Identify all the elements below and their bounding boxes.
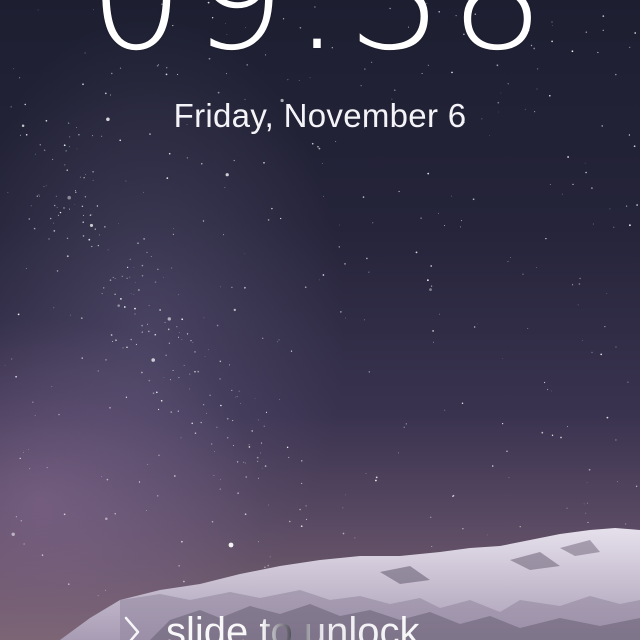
- date-label: Friday, November 6: [173, 97, 467, 134]
- clock-time: 09:38: [0, 0, 640, 72]
- chevron-right-icon: [124, 616, 140, 640]
- lock-screen: 09:38 Friday, November 6 slide to unlock: [0, 0, 640, 640]
- slide-to-unlock[interactable]: slide to unlock: [120, 612, 419, 640]
- slide-to-unlock-label: slide to unlock: [166, 612, 419, 640]
